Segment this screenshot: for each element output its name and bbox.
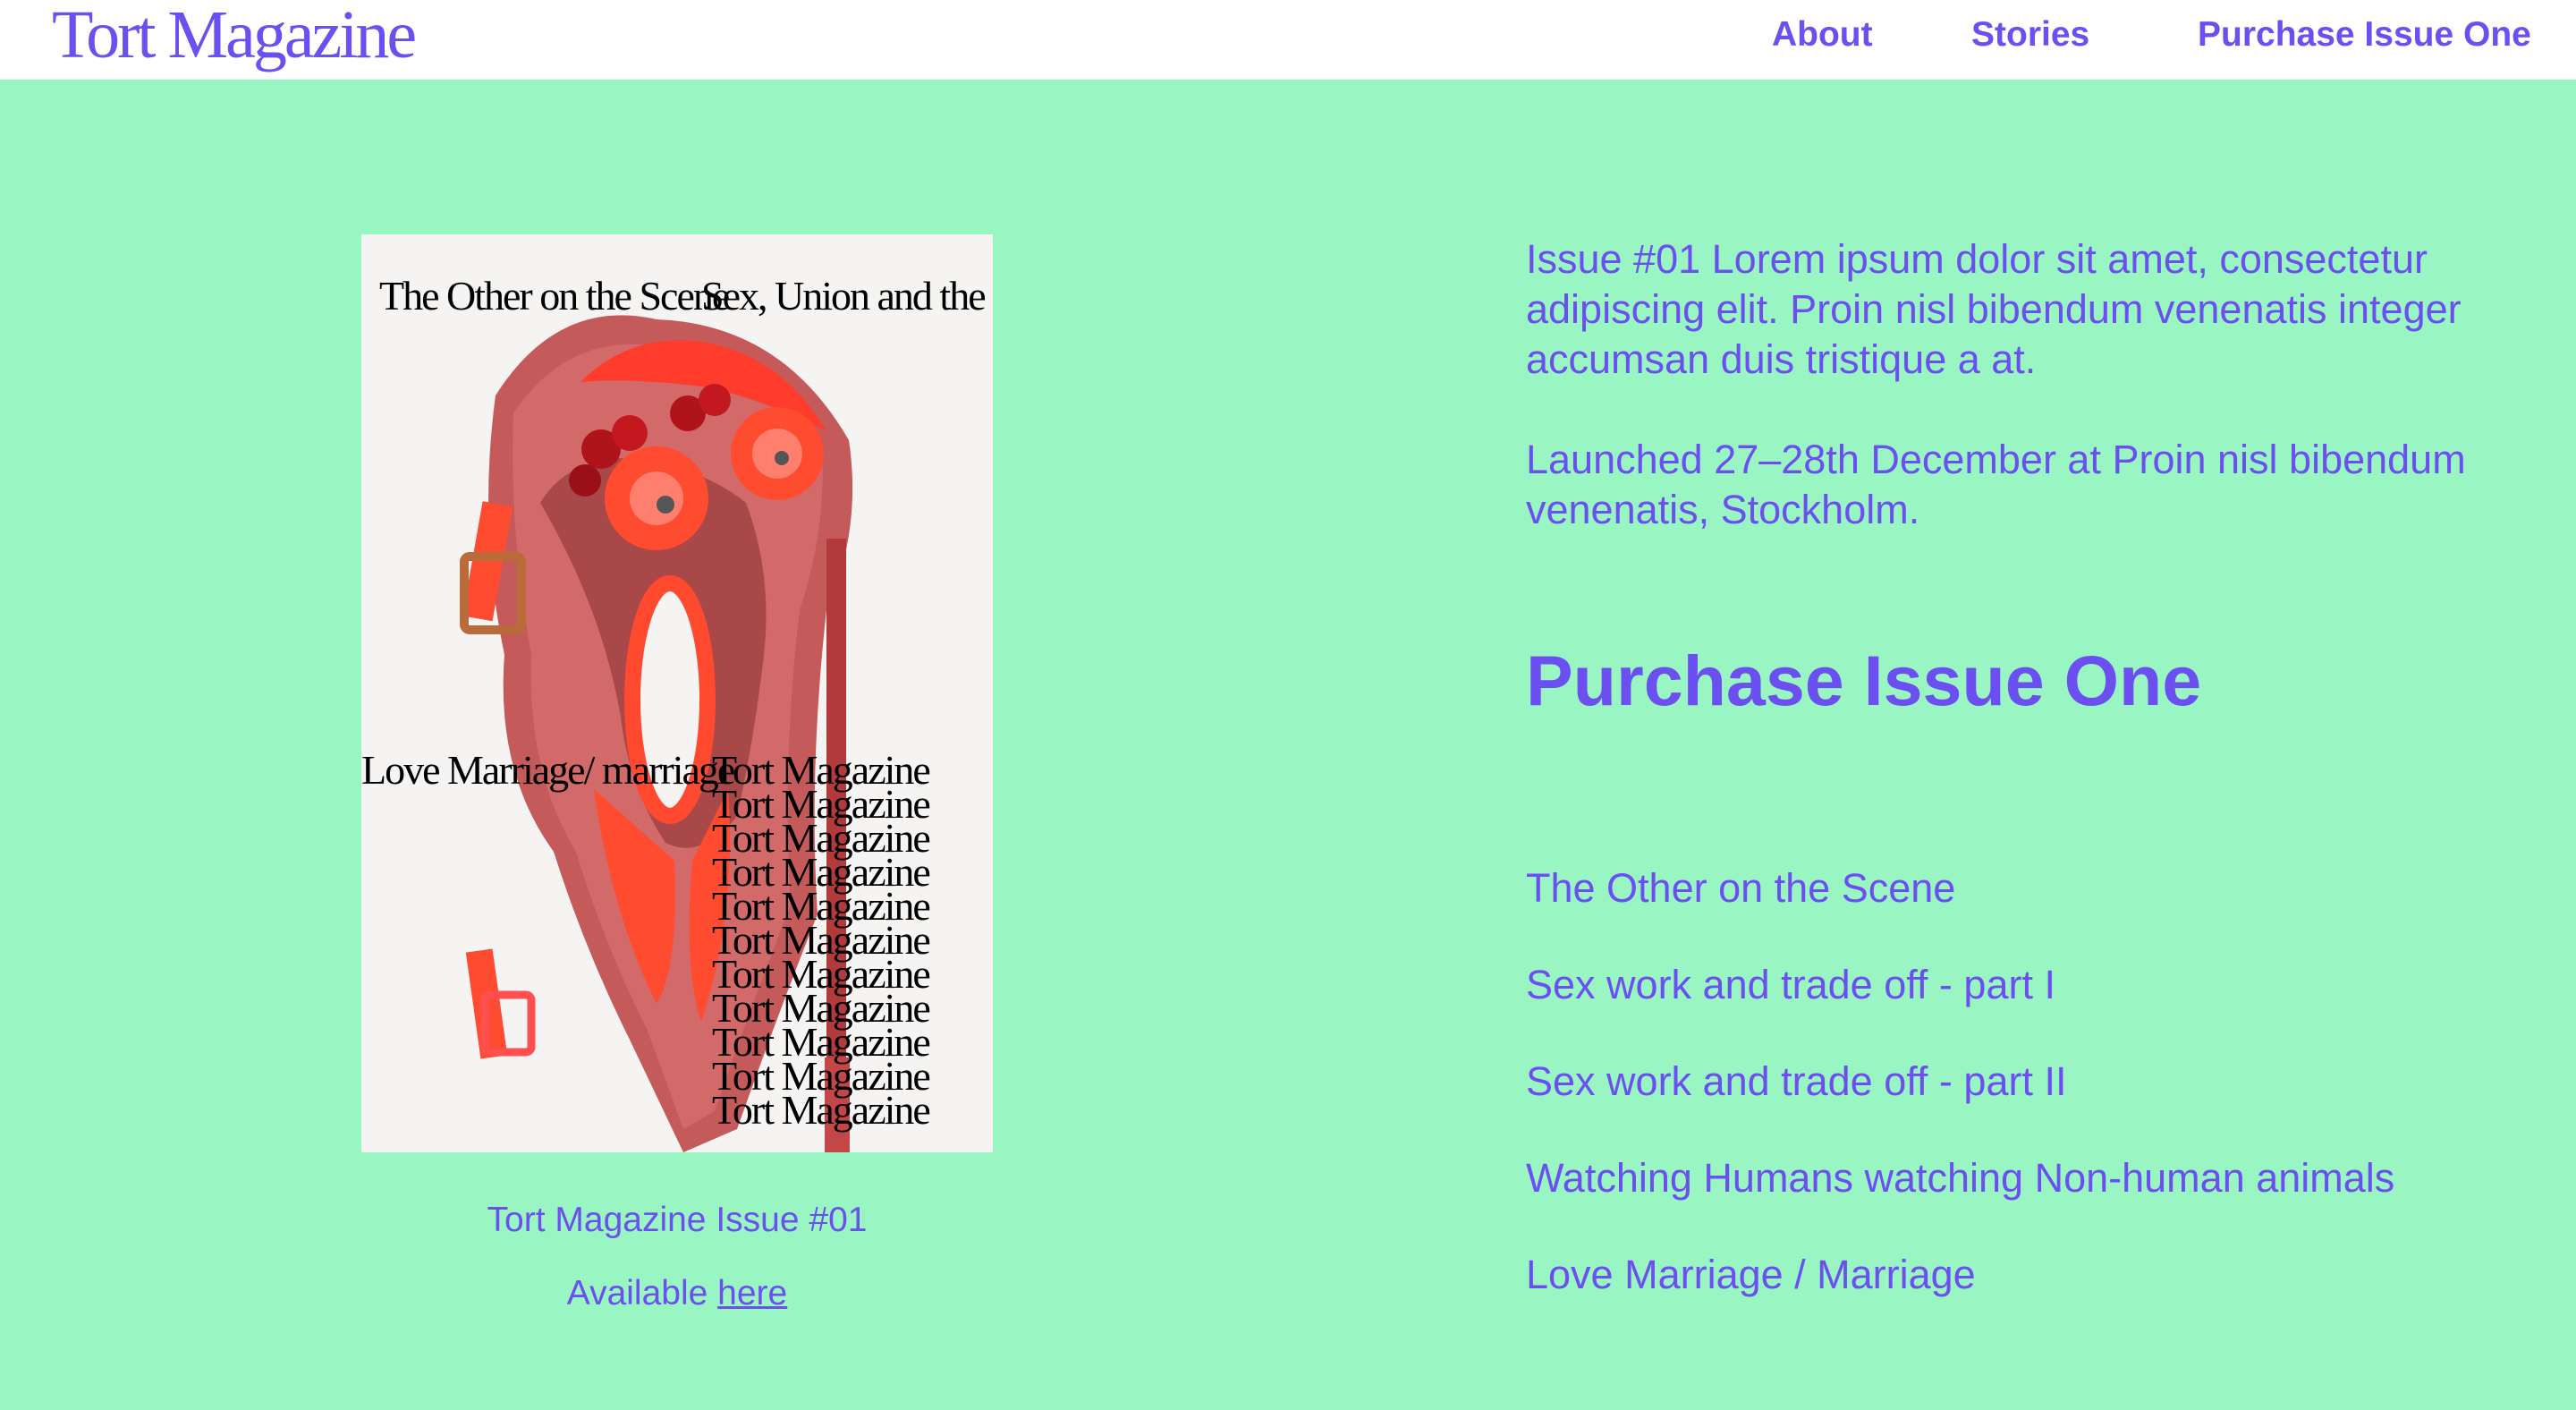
cover-title-line: Tort Magazine bbox=[712, 1087, 931, 1133]
story-link[interactable]: Love Marriage / Marriage bbox=[1526, 1244, 2528, 1340]
cover-headline-love-marriage: Love Marriage/ marriage bbox=[361, 747, 735, 793]
launch-info-text: Launched 27–28th December at Proin nisl … bbox=[1526, 437, 2466, 532]
availability-label: Available bbox=[566, 1274, 708, 1312]
availability-line: Available here bbox=[361, 1274, 993, 1313]
issue-description: Issue #01 Lorem ipsum dolor sit amet, co… bbox=[1526, 234, 2528, 535]
story-link[interactable]: Watching Humans watching Non-human anima… bbox=[1526, 1147, 2528, 1244]
site-logo[interactable]: Tort Magazine bbox=[52, 0, 417, 74]
story-link[interactable]: Sex work and trade off - part I bbox=[1526, 954, 2528, 1050]
nav-link-about[interactable]: About bbox=[1772, 15, 1873, 55]
issue-summary-text: Issue #01 Lorem ipsum dolor sit amet, co… bbox=[1526, 236, 2462, 382]
story-link[interactable]: Sex work and trade off - part II bbox=[1526, 1050, 2528, 1147]
nav-link-stories[interactable]: Stories bbox=[1971, 15, 2089, 55]
story-link[interactable]: The Other on the Scene bbox=[1526, 857, 2528, 954]
cover-headline-other-on-scene: The Other on the Scene bbox=[379, 273, 730, 319]
magazine-cover-image: The Other on the Scene Sex, Union and th… bbox=[361, 234, 993, 1152]
nav-link-purchase[interactable]: Purchase Issue One bbox=[2198, 15, 2531, 55]
purchase-issue-heading[interactable]: Purchase Issue One bbox=[1526, 640, 2201, 722]
cover-caption-title: Tort Magazine Issue #01 bbox=[487, 1201, 868, 1239]
story-list: The Other on the Scene Sex work and trad… bbox=[1526, 857, 2528, 1340]
top-nav-bar: Tort Magazine About Stories Purchase Iss… bbox=[0, 0, 2576, 80]
availability-link-here[interactable]: here bbox=[717, 1274, 787, 1312]
cover-title-stack: Tort Magazine Tort Magazine Tort Magazin… bbox=[712, 750, 931, 1133]
cover-headline-sex-union: Sex, Union and the Trade-Off Part 1 & 2 bbox=[701, 273, 993, 319]
